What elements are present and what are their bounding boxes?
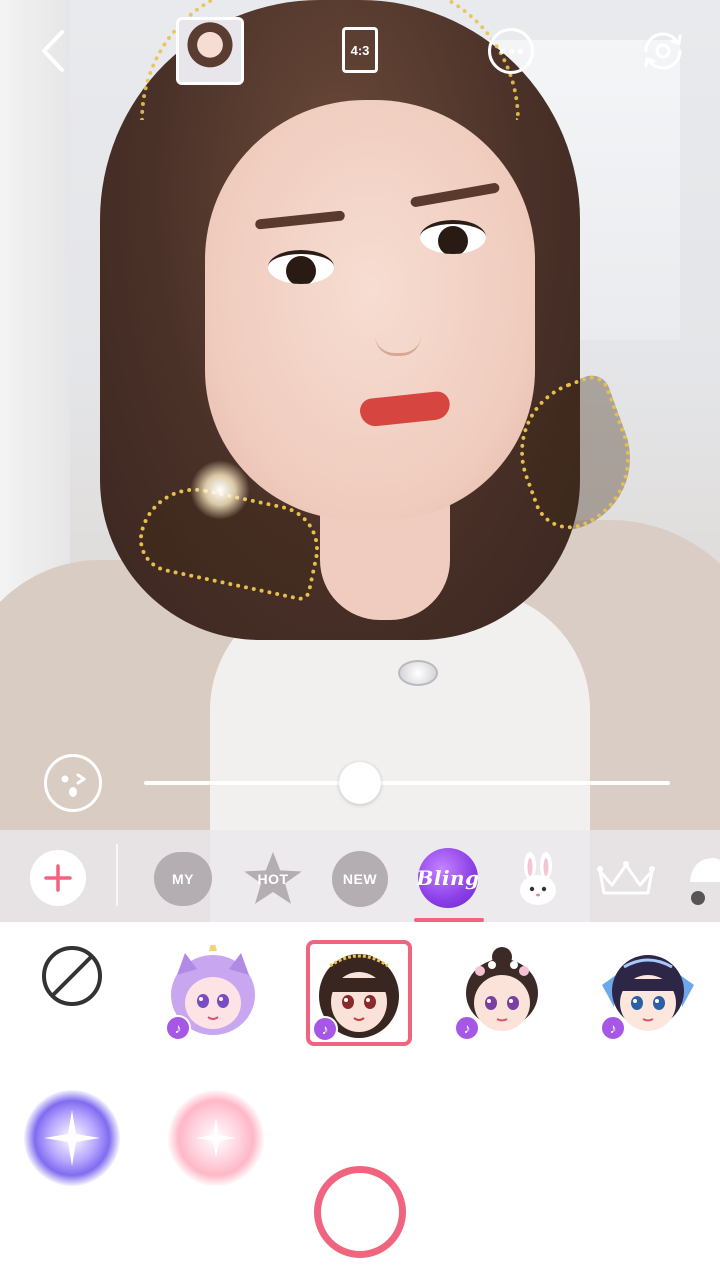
chevron-left-icon — [42, 30, 64, 72]
aspect-ratio-button[interactable]: 4:3 — [342, 27, 378, 73]
music-note-icon: ♪ — [600, 1015, 626, 1041]
intensity-slider-thumb[interactable] — [338, 762, 381, 804]
eye-left — [268, 250, 334, 284]
face-wink-icon — [61, 773, 86, 797]
sparkle-icon — [44, 1110, 100, 1166]
category-divider — [116, 844, 118, 906]
flip-camera-button[interactable] — [638, 26, 688, 76]
tab-new-label: NEW — [342, 871, 378, 887]
no-sticker-button[interactable] — [40, 944, 104, 1008]
back-button[interactable] — [34, 26, 74, 76]
face-adjust-button[interactable] — [44, 754, 102, 812]
no-filter-icon — [42, 946, 102, 1006]
sparkle-icon — [196, 1118, 236, 1158]
ellipsis-icon — [499, 48, 505, 54]
intensity-slider-track[interactable] — [144, 781, 670, 785]
face — [205, 100, 535, 520]
more-options-button[interactable] — [488, 28, 534, 74]
aspect-ratio-label: 4:3 — [350, 42, 370, 58]
gallery-thumbnail[interactable] — [176, 17, 244, 85]
tab-hat[interactable] — [684, 852, 720, 906]
sticker-unicorn-girl[interactable]: ♪ — [163, 935, 263, 1045]
sticker-golden-halo-wings[interactable]: ♪ — [306, 940, 412, 1046]
tab-my[interactable]: MY — [154, 852, 212, 906]
bunny-icon — [520, 852, 556, 905]
earring-sparkle — [190, 460, 250, 520]
sticker-flower-bun-girl[interactable]: ♪ — [452, 945, 552, 1045]
tab-bling-label: Bling — [416, 866, 480, 890]
shutter-button[interactable] — [314, 1166, 406, 1258]
tab-hot[interactable]: HOT — [243, 852, 303, 906]
tab-hot-label: HOT — [257, 871, 289, 887]
add-sticker-button[interactable] — [30, 850, 86, 906]
music-note-icon: ♪ — [454, 1015, 480, 1041]
necklace-pendant — [398, 660, 438, 686]
crown-icon — [597, 861, 655, 895]
tab-bling[interactable]: Bling — [416, 848, 480, 908]
camera-flip-icon — [644, 32, 682, 70]
eye-right — [420, 220, 486, 254]
tab-my-label: MY — [172, 871, 194, 887]
sticker-pink-sparkle[interactable] — [168, 1090, 264, 1186]
category-bar: MY HOT NEW Bling — [0, 830, 720, 922]
tab-crown[interactable] — [594, 852, 658, 906]
plus-icon — [44, 864, 72, 892]
sticker-purple-sparkle[interactable] — [24, 1090, 120, 1186]
hat-icon — [686, 858, 720, 905]
music-note-icon: ♪ — [312, 1016, 338, 1042]
sticker-fairy-wing-girl[interactable]: ♪ — [598, 945, 698, 1045]
tab-bunny[interactable] — [512, 852, 564, 906]
tab-new[interactable]: NEW — [332, 851, 388, 907]
music-note-icon: ♪ — [165, 1015, 191, 1041]
